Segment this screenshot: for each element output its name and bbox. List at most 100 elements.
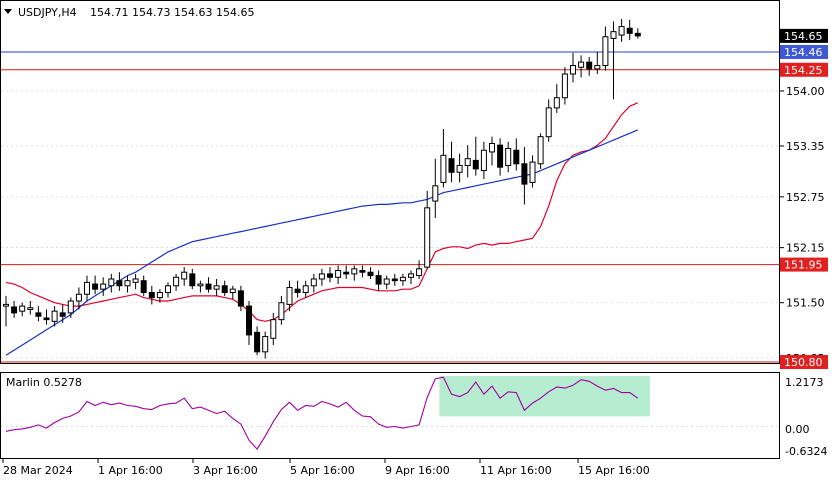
x-tick-label: 11 Apr 16:00 [480,464,552,477]
candle-bull [124,280,131,287]
candle-bull [213,285,220,290]
candle-bull [561,73,568,99]
candle-bear [626,27,633,34]
candle-bull [399,276,406,282]
candle-bull [197,283,204,287]
candle-bull [553,97,560,109]
candle-bull [610,31,617,39]
x-tick-label: 1 Apr 16:00 [98,464,163,477]
candle-bull [383,278,390,285]
candle-bull [537,136,544,165]
candle-bull [302,285,309,294]
candle-bear [116,280,123,287]
candle-bull [505,148,512,166]
candle-bear [43,317,50,321]
candle-bear [246,305,252,336]
price-tag-label: 154.25 [784,64,823,77]
x-tick-label: 3 Apr 16:00 [193,464,258,477]
candle-bull [545,107,552,138]
indicator-tick-top: 1.2173 [785,376,824,389]
candle-bull [100,283,107,290]
candle-bull [278,302,285,321]
candle-bear [221,285,228,294]
candle-bear [237,290,244,307]
candle-bear [513,149,520,165]
candle-bull [618,26,625,36]
candle-bull [3,303,9,307]
x-tick-label: 28 Mar 2024 [3,464,73,477]
indicator-panel-frame [0,372,780,459]
price-panel-frame [0,0,780,364]
candle-bull [181,271,188,280]
candle-bear [140,280,147,294]
candle-bull [270,319,277,339]
candle-bull [594,65,601,70]
candle-bull [351,268,358,275]
candle-bull [529,161,536,183]
candle-bull [570,65,576,75]
y-tick-label: 153.35 [786,140,825,153]
candle-bear [343,271,350,275]
candle-bear [327,273,333,278]
candle-bull [318,273,325,280]
candle-bull [286,286,293,305]
candle-bull [440,154,447,183]
candle-bull [19,305,26,312]
candle-bull [262,336,269,353]
y-tick-label: 154.00 [786,85,825,98]
candle-bull [173,276,180,287]
candle-bear [472,159,479,170]
candle-bull [51,310,58,322]
candle-bear [521,163,528,185]
candle-bull [156,292,163,299]
candle-bear [294,288,301,294]
candle-bull [27,307,34,310]
candle-bear [497,144,504,168]
price-tag-label: 154.65 [784,30,823,43]
candle-bear [375,275,382,285]
indicator-tick-bottom: -0.6324 [785,445,827,458]
x-tick-label: 5 Apr 16:00 [290,464,355,477]
candle-bear [634,32,641,37]
candle-bear [254,331,261,353]
candle-bear [189,273,196,287]
candle-bull [108,278,115,287]
candle-bear [586,61,593,70]
candle-bull [229,288,236,294]
x-tick-label: 9 Apr 16:00 [385,464,450,477]
time-axis: 28 Mar 2024 1 Apr 16:00 3 Apr 16:00 5 Apr 1… [2,459,650,477]
x-tick-label: 15 Apr 16:00 [578,464,650,477]
candle-bull [165,285,171,294]
candle-bear [59,312,66,317]
highlight-zone [439,376,650,417]
candle-bull [578,61,585,68]
candle-bull [335,270,342,278]
indicator-label: Marlin 0.5278 [6,376,82,389]
candle-bear [35,312,42,317]
candle-bull [310,278,317,287]
price-tag-label: 150.80 [784,356,823,369]
candle-bear [205,283,212,290]
indicator-tick-zero: 0.00 [785,423,810,436]
candle-bull [416,268,423,277]
candle-bull [408,273,414,278]
price-axis: 154.00153.35152.75152.15151.50150.85 [779,85,825,365]
candle-bear [367,271,374,277]
candle-bull [489,142,495,153]
candle-bull [84,281,90,295]
candle-bull [456,164,463,173]
candle-bull [132,278,139,283]
ohlc-values: 154.71 154.73 154.63 154.65 [90,6,254,19]
candle-bull [464,158,471,166]
candle-bull [432,185,439,202]
symbol-label: USDJPY,H4 [18,6,77,19]
y-tick-label: 151.50 [786,297,825,310]
candle-bear [11,306,18,314]
candle-bull [67,300,74,314]
candle-bear [148,292,155,299]
candle-bull [480,149,487,172]
candle-bear [391,278,398,282]
price-tag-label: 154.46 [784,46,823,59]
y-tick-label: 152.15 [786,242,825,255]
candle-bear [359,270,366,273]
